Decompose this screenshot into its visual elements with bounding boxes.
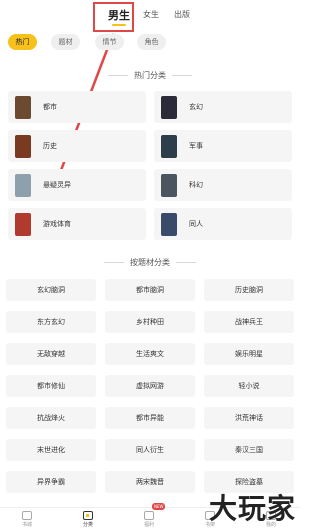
nav-label: 分类 — [82, 522, 93, 528]
theme-item[interactable]: 洪荒神话 — [204, 407, 294, 429]
gift-icon — [144, 511, 154, 520]
chip-hot[interactable]: 热门 — [8, 34, 37, 50]
gender-tab-bar: 男生 女生 出版 — [0, 0, 300, 34]
book-cover — [161, 134, 177, 158]
new-badge: NEW — [152, 503, 166, 510]
theme-item[interactable]: 乡村种田 — [105, 311, 195, 333]
category-label: 军事 — [189, 142, 203, 150]
theme-item[interactable]: 同人衍生 — [105, 439, 195, 461]
category-label: 同人 — [189, 220, 203, 228]
filter-chips: 热门 题材 情节 角色 — [0, 34, 300, 54]
book-cover — [15, 173, 31, 197]
theme-item[interactable]: 虚拟网游 — [105, 375, 195, 397]
theme-item[interactable]: 都市修仙 — [6, 375, 96, 397]
theme-section-title-text: 按题材分类 — [130, 258, 170, 267]
chip-role[interactable]: 角色 — [137, 34, 166, 50]
book-cover — [161, 95, 177, 119]
book-cover — [15, 134, 31, 158]
book-cover — [161, 173, 177, 197]
category-card-junshi[interactable]: 军事 — [154, 130, 292, 162]
book-cover — [161, 212, 177, 236]
theme-item[interactable]: 历史脑洞 — [204, 279, 294, 301]
theme-item[interactable]: 东方玄幻 — [6, 311, 96, 333]
category-label: 历史 — [43, 142, 57, 150]
category-card-tongren[interactable]: 同人 — [154, 208, 292, 240]
nav-label: 福利 — [143, 522, 154, 528]
chip-plot[interactable]: 情节 — [95, 34, 124, 50]
hot-section-title-text: 热门分类 — [134, 71, 166, 80]
category-label: 玄幻 — [189, 103, 203, 111]
theme-item[interactable]: 都市异能 — [105, 407, 195, 429]
category-card-xuanhuan[interactable]: 玄幻 — [154, 91, 292, 123]
tab-female[interactable]: 女生 — [143, 9, 159, 20]
tab-publish[interactable]: 出版 — [174, 9, 190, 20]
annotation-highlight-box — [93, 2, 134, 32]
nav-category[interactable]: 分类 — [68, 511, 108, 528]
category-card-youxi[interactable]: 游戏体育 — [8, 208, 146, 240]
theme-item[interactable]: 异界争霸 — [6, 471, 96, 493]
chip-theme[interactable]: 题材 — [51, 34, 80, 50]
theme-item[interactable]: 末世进化 — [6, 439, 96, 461]
book-cover — [15, 212, 31, 236]
nav-welfare[interactable]: NEW 福利 — [129, 503, 169, 528]
category-card-xuanyi[interactable]: 悬疑灵异 — [8, 169, 146, 201]
category-label: 悬疑灵异 — [43, 181, 71, 189]
watermark-logo: 大玩家 — [208, 492, 296, 525]
book-cover — [15, 95, 31, 119]
category-card-dushi[interactable]: 都市 — [8, 91, 146, 123]
theme-item[interactable]: 生活爽文 — [105, 343, 195, 365]
nav-label: 书城 — [21, 522, 32, 528]
category-card-lishi[interactable]: 历史 — [8, 130, 146, 162]
category-label: 科幻 — [189, 181, 203, 189]
theme-item[interactable]: 轻小说 — [204, 375, 294, 397]
theme-item[interactable]: 两宋魏晋 — [105, 471, 195, 493]
theme-item[interactable]: 无敌穿越 — [6, 343, 96, 365]
theme-item[interactable]: 玄幻脑洞 — [6, 279, 96, 301]
theme-item[interactable]: 都市脑洞 — [105, 279, 195, 301]
theme-item[interactable]: 娱乐明星 — [204, 343, 294, 365]
category-label: 游戏体育 — [43, 220, 71, 228]
category-card-kehuan[interactable]: 科幻 — [154, 169, 292, 201]
theme-item[interactable]: 抗战烽火 — [6, 407, 96, 429]
theme-item[interactable]: 战神兵王 — [204, 311, 294, 333]
hot-section-title: 热门分类 — [0, 70, 300, 81]
category-icon — [83, 511, 93, 520]
theme-section-title: 按题材分类 — [0, 257, 300, 268]
bookstore-icon — [22, 511, 32, 520]
theme-item[interactable]: 秦汉三国 — [204, 439, 294, 461]
nav-bookstore[interactable]: 书城 — [7, 511, 47, 528]
category-label: 都市 — [43, 103, 57, 111]
